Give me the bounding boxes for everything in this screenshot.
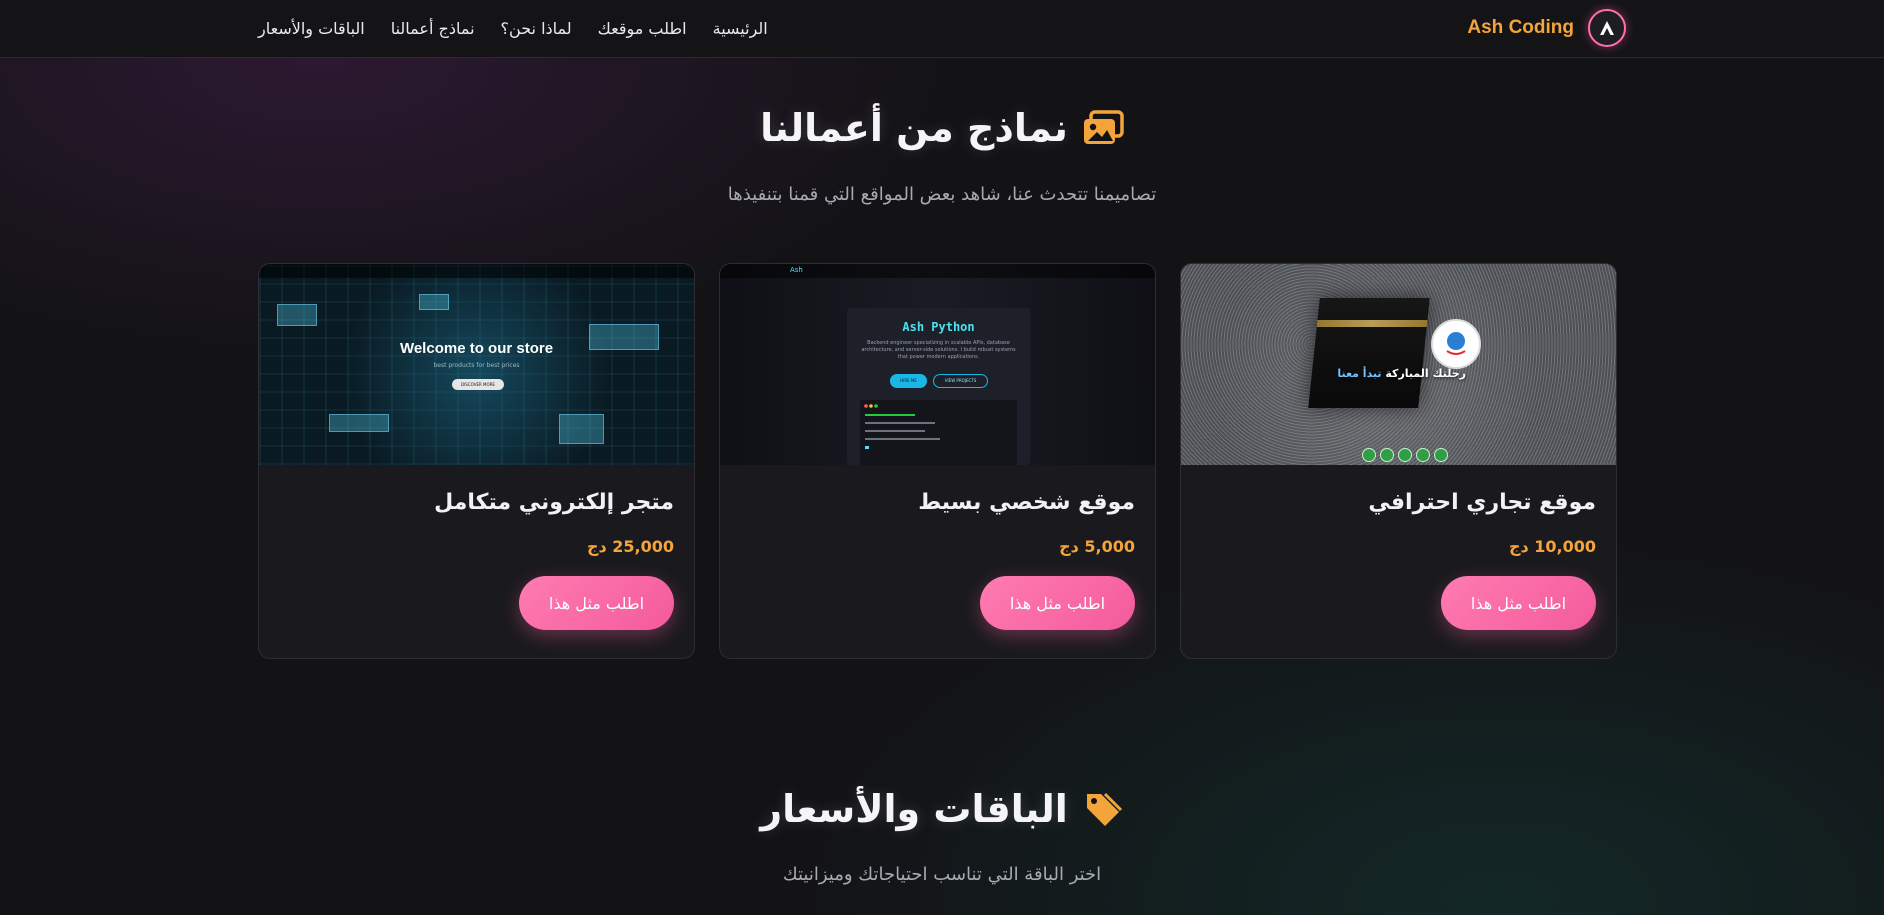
order-like-this-button[interactable]: اطلب مثل هذا (980, 576, 1135, 630)
circuit-chip (329, 414, 389, 432)
preview-topbar (259, 264, 694, 278)
portfolio-card-personal: Ash Ash Python Backend engineer speciali… (719, 263, 1156, 659)
nav-link-home[interactable]: الرئيسية (713, 19, 768, 38)
personal-preview-image: Ash Ash Python Backend engineer speciali… (720, 264, 1155, 465)
social-icons (1362, 448, 1448, 462)
python-preview-projects-button: VIEW PROJECTS (933, 374, 988, 388)
nav-link-why-us[interactable]: لماذا نحن؟ (501, 19, 572, 38)
circuit-chip (419, 294, 449, 310)
brand-name[interactable]: Ash Coding (1467, 17, 1574, 39)
portfolio-subtitle: تصاميمنا تتحدث عنا، شاهد بعض المواقع الت… (727, 184, 1157, 205)
card-title: متجر إلكتروني متكامل (434, 490, 674, 515)
card-title: موقع شخصي بسيط (918, 490, 1135, 515)
navbar: Ash Coding الرئيسية اطلب موقعك لماذا نحن… (0, 0, 1884, 58)
python-preview-headline: Ash Python (902, 320, 975, 334)
headline-main: رحلتك المباركة (1385, 367, 1466, 380)
circuit-chip (277, 304, 317, 326)
social-icon (1434, 448, 1448, 462)
nav-link-portfolio[interactable]: نماذج أعمالنا (391, 19, 475, 38)
nav-link-order[interactable]: اطلب موقعك (598, 19, 687, 38)
pricing-heading: الباقات والأسعار (0, 787, 1884, 831)
card-price: 25,000 دج (586, 537, 674, 556)
tag-icon (1082, 788, 1124, 830)
pricing-subtitle: اختر الباقة التي تناسب احتياجاتك وميزاني… (782, 864, 1102, 885)
images-icon (1082, 107, 1124, 149)
social-icon (1362, 448, 1376, 462)
store-preview-headline: Welcome to our store (399, 340, 554, 357)
store-preview-button: DISCOVER MORE (452, 379, 504, 390)
social-icon (1416, 448, 1430, 462)
python-preview-description: Backend engineer specializing in scalabl… (861, 340, 1016, 360)
social-icon (1380, 448, 1394, 462)
nav-links: الرئيسية اطلب موقعك لماذا نحن؟ نماذج أعم… (258, 0, 768, 56)
python-hero: Ash Python Backend engineer specializing… (847, 308, 1030, 465)
headline-accent: تبدأ معنا (1337, 367, 1382, 380)
portfolio-title: نماذج من أعمالنا (760, 106, 1068, 150)
social-icon (1398, 448, 1412, 462)
agency-logo (1431, 319, 1481, 369)
nav-link-pricing[interactable]: الباقات والأسعار (258, 19, 365, 38)
python-preview-terminal (860, 400, 1017, 465)
card-price: 5,000 دج (1059, 537, 1135, 556)
card-price: 10,000 دج (1508, 537, 1596, 556)
python-preview-logo: Ash (790, 266, 803, 274)
business-preview-headline: رحلتك المباركة تبدأ معنا (1337, 367, 1466, 380)
image-overlay (1181, 264, 1616, 465)
store-preview-image: Welcome to our store best products for b… (259, 264, 694, 465)
card-title: موقع تجاري احترافي (1368, 490, 1596, 515)
brand-logo-icon[interactable] (1588, 9, 1626, 47)
pricing-title: الباقات والأسعار (760, 787, 1068, 831)
business-preview-image: رحلتك المباركة تبدأ معنا (1181, 264, 1616, 465)
preview-topbar: Ash (720, 264, 1155, 278)
order-like-this-button[interactable]: اطلب مثل هذا (1441, 576, 1596, 630)
brand[interactable]: Ash Coding (1467, 8, 1626, 48)
portfolio-card-store: Welcome to our store best products for b… (258, 263, 695, 659)
order-like-this-button[interactable]: اطلب مثل هذا (519, 576, 674, 630)
circuit-chip (559, 414, 604, 444)
portfolio-heading: نماذج من أعمالنا (0, 106, 1884, 150)
portfolio-cards: Welcome to our store best products for b… (258, 263, 1618, 659)
store-preview-sub: best products for best prices (433, 362, 520, 369)
portfolio-card-business: رحلتك المباركة تبدأ معنا موقع تجاري احتر… (1180, 263, 1617, 659)
python-preview-hire-button: HIRE ME (890, 374, 927, 388)
